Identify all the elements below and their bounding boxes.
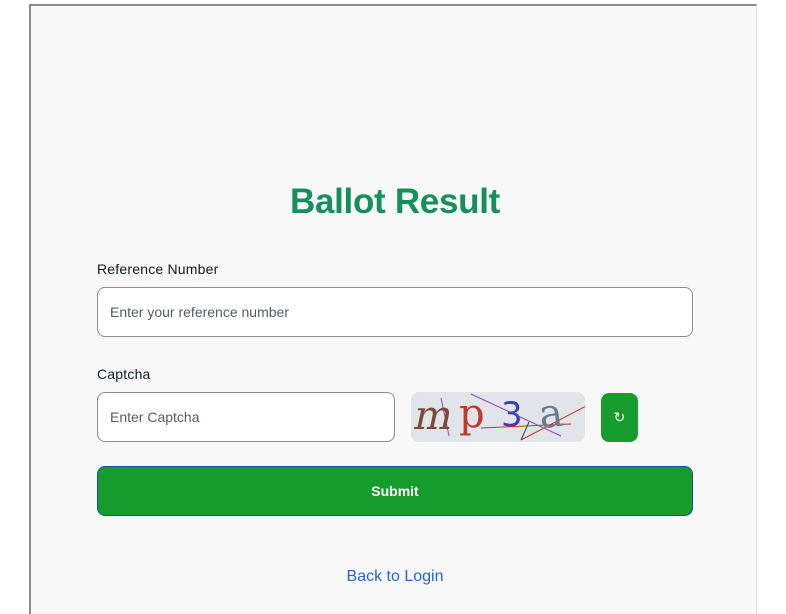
ballot-result-panel: Ballot Result Reference Number Captcha m… (29, 4, 757, 614)
captcha-char: 3 (501, 395, 523, 435)
reference-number-label: Reference Number (97, 261, 219, 277)
captcha-char: p (459, 392, 485, 437)
back-to-login-link[interactable]: Back to Login (31, 568, 759, 586)
page-title: Ballot Result (289, 182, 500, 221)
captcha-input[interactable] (97, 392, 395, 442)
captcha-image: m p 3 a (411, 392, 585, 442)
reference-number-input[interactable] (97, 287, 693, 337)
captcha-label: Captcha (97, 366, 151, 382)
submit-button[interactable]: Submit (97, 466, 693, 516)
refresh-icon: ↻ (613, 409, 626, 425)
refresh-captcha-button[interactable]: ↻ (601, 393, 638, 442)
